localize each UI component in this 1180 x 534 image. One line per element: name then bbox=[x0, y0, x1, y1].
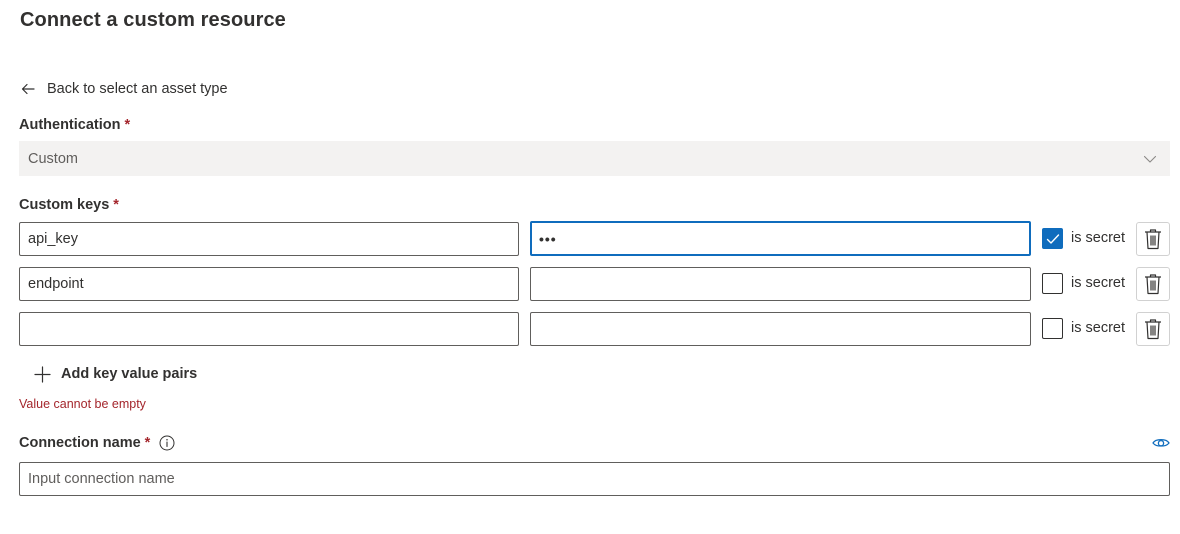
trash-icon bbox=[1145, 319, 1161, 340]
connection-name-label: Connection name * bbox=[19, 435, 175, 451]
connection-name-input[interactable]: Input connection name bbox=[19, 462, 1170, 496]
error-message: Value cannot be empty bbox=[19, 397, 146, 411]
required-marker: * bbox=[113, 197, 119, 213]
trash-icon bbox=[1145, 229, 1161, 250]
is-secret-label-3: is secret bbox=[1071, 320, 1125, 336]
value-input-3[interactable] bbox=[530, 312, 1031, 346]
is-secret-checkbox-2[interactable] bbox=[1042, 273, 1063, 294]
connection-name-placeholder: Input connection name bbox=[28, 471, 175, 487]
checkmark-icon bbox=[1046, 234, 1060, 244]
value-input-1[interactable]: ••• bbox=[530, 221, 1031, 256]
delete-row-button-3[interactable] bbox=[1136, 312, 1170, 346]
is-secret-label-2: is secret bbox=[1071, 275, 1125, 291]
add-key-value-pairs-label: Add key value pairs bbox=[61, 366, 198, 382]
key-input-2[interactable]: endpoint bbox=[19, 267, 519, 301]
delete-row-button-1[interactable] bbox=[1136, 222, 1170, 256]
plus-icon bbox=[34, 365, 51, 383]
arrow-left-icon bbox=[21, 83, 35, 95]
custom-keys-label: Custom keys * bbox=[19, 197, 119, 213]
add-key-value-pairs-button[interactable]: Add key value pairs bbox=[34, 362, 197, 386]
trash-icon bbox=[1145, 274, 1161, 295]
is-secret-checkbox-1[interactable] bbox=[1042, 228, 1063, 249]
back-link[interactable]: Back to select an asset type bbox=[20, 78, 228, 100]
back-link-label: Back to select an asset type bbox=[47, 81, 228, 97]
value-input-2[interactable] bbox=[530, 267, 1031, 301]
is-secret-checkbox-3[interactable] bbox=[1042, 318, 1063, 339]
authentication-selected: Custom bbox=[28, 150, 78, 167]
authentication-label: Authentication * bbox=[19, 117, 131, 133]
is-secret-label-1: is secret bbox=[1071, 230, 1125, 246]
delete-row-button-2[interactable] bbox=[1136, 267, 1170, 301]
info-icon[interactable] bbox=[159, 435, 175, 451]
required-marker: * bbox=[144, 435, 151, 451]
eye-icon[interactable] bbox=[1152, 436, 1170, 450]
key-input-1[interactable]: api_key bbox=[19, 222, 519, 256]
key-input-3[interactable] bbox=[19, 312, 519, 346]
chevron-down-icon bbox=[1143, 155, 1157, 163]
required-marker: * bbox=[124, 117, 131, 133]
authentication-dropdown[interactable]: Custom bbox=[19, 141, 1170, 176]
page-title: Connect a custom resource bbox=[20, 9, 286, 31]
